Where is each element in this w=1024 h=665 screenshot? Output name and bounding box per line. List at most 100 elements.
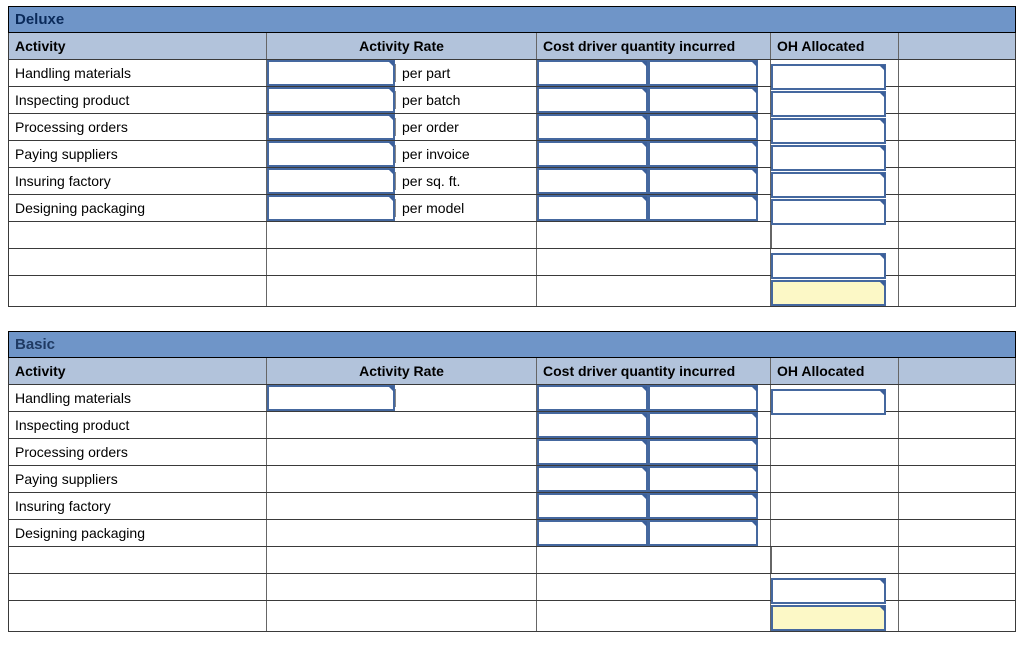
activity-rate-cell: per part (267, 60, 537, 86)
spacer-row (8, 222, 1016, 249)
activity-label: Processing orders (9, 114, 267, 140)
table-row: Inspecting product (8, 412, 1016, 439)
cost-input-b[interactable] (648, 520, 759, 546)
activity-label: Designing packaging (9, 520, 267, 546)
table-row: Insuring factory per sq. ft. (8, 168, 1016, 195)
col-oh-allocated: OH Allocated (771, 358, 899, 384)
page: Deluxe Activity Activity Rate Cost drive… (0, 0, 1024, 632)
subtotal-row (8, 249, 1016, 276)
activity-rate-input[interactable] (267, 87, 395, 113)
activity-rate-unit (395, 389, 530, 407)
oh-total-input[interactable] (771, 280, 886, 306)
table-row: Paying suppliers (8, 466, 1016, 493)
col-activity-rate: Activity Rate (267, 358, 537, 384)
oh-input[interactable] (771, 145, 886, 171)
table-row: Designing packaging per model (8, 195, 1016, 222)
table-header: Activity Activity Rate Cost driver quant… (8, 33, 1016, 60)
oh-input[interactable] (771, 389, 886, 415)
cost-input-a[interactable] (537, 87, 648, 113)
table-row: Designing packaging (8, 520, 1016, 547)
oh-total-input[interactable] (771, 605, 886, 631)
oh-input[interactable] (771, 91, 886, 117)
oh-input[interactable] (771, 64, 886, 90)
section-basic: Basic Activity Activity Rate Cost driver… (8, 331, 1016, 632)
activity-rate-unit: per order (395, 118, 530, 136)
cost-input-b[interactable] (648, 493, 759, 519)
activity-rate-input[interactable] (267, 385, 395, 411)
activity-label: Insuring factory (9, 168, 267, 194)
activity-rate-unit: per sq. ft. (395, 172, 530, 190)
total-row (8, 601, 1016, 632)
section-title: Deluxe (8, 6, 1016, 33)
oh-input[interactable] (771, 172, 886, 198)
cost-input-a[interactable] (537, 520, 648, 546)
total-extra-cell (899, 276, 1015, 306)
activity-rate-unit: per invoice (395, 145, 530, 163)
activity-label: Paying suppliers (9, 141, 267, 167)
activity-rate-unit: per model (395, 199, 530, 217)
total-extra-cell (899, 601, 1015, 631)
cost-input-a[interactable] (537, 141, 648, 167)
blank-cell (899, 60, 1015, 86)
col-cost-driver: Cost driver quantity incurred (537, 358, 771, 384)
oh-subtotal-input[interactable] (771, 578, 886, 604)
activity-label: Inspecting product (9, 412, 267, 438)
table-row: Inspecting product per batch (8, 87, 1016, 114)
activity-rate-unit: per part (395, 64, 530, 82)
cost-input-b[interactable] (648, 114, 759, 140)
col-blank (899, 33, 1015, 59)
cost-input-b[interactable] (648, 412, 759, 438)
col-activity: Activity (9, 358, 267, 384)
cost-input-b[interactable] (648, 466, 759, 492)
col-cost-driver: Cost driver quantity incurred (537, 33, 771, 59)
cost-input-b[interactable] (648, 168, 759, 194)
cost-input-a[interactable] (537, 385, 648, 411)
col-oh-allocated: OH Allocated (771, 33, 899, 59)
cost-input-b[interactable] (648, 60, 759, 86)
table-row: Paying suppliers per invoice (8, 141, 1016, 168)
oh-input[interactable] (771, 199, 886, 225)
oh-cell (771, 60, 899, 86)
table-row: Handling materials per part (8, 60, 1016, 87)
table-row: Processing orders (8, 439, 1016, 466)
subtotal-row (8, 574, 1016, 601)
cost-input-a[interactable] (537, 466, 648, 492)
activity-rate-input[interactable] (267, 114, 395, 140)
activity-label: Inspecting product (9, 87, 267, 113)
cost-input-a[interactable] (537, 412, 648, 438)
activity-label: Handling materials (9, 385, 267, 411)
cost-input-b[interactable] (648, 141, 759, 167)
section-title: Basic (8, 331, 1016, 358)
cost-input-b[interactable] (648, 439, 759, 465)
cost-input-b[interactable] (648, 87, 759, 113)
cost-input-a[interactable] (537, 60, 648, 86)
cost-input-a[interactable] (537, 195, 648, 221)
col-activity: Activity (9, 33, 267, 59)
activity-label: Paying suppliers (9, 466, 267, 492)
col-activity-rate: Activity Rate (267, 33, 537, 59)
activity-label: Insuring factory (9, 493, 267, 519)
oh-input[interactable] (771, 118, 886, 144)
table-row: Insuring factory (8, 493, 1016, 520)
activity-label: Handling materials (9, 60, 267, 86)
activity-rate-input[interactable] (267, 195, 395, 221)
activity-rate-input[interactable] (267, 141, 395, 167)
cost-input-a[interactable] (537, 493, 648, 519)
activity-label: Designing packaging (9, 195, 267, 221)
col-blank (899, 358, 1015, 384)
table-row: Handling materials (8, 385, 1016, 412)
cost-cell (537, 60, 771, 86)
cost-input-b[interactable] (648, 195, 759, 221)
activity-label: Processing orders (9, 439, 267, 465)
section-deluxe: Deluxe Activity Activity Rate Cost drive… (8, 6, 1016, 307)
cost-input-a[interactable] (537, 168, 648, 194)
cost-input-b[interactable] (648, 385, 759, 411)
table-row: Processing orders per order (8, 114, 1016, 141)
cost-input-a[interactable] (537, 439, 648, 465)
total-row (8, 276, 1016, 307)
activity-rate-input[interactable] (267, 168, 395, 194)
activity-rate-input[interactable] (267, 60, 395, 86)
oh-subtotal-input[interactable] (771, 253, 886, 279)
activity-rate-unit: per batch (395, 91, 530, 109)
cost-input-a[interactable] (537, 114, 648, 140)
